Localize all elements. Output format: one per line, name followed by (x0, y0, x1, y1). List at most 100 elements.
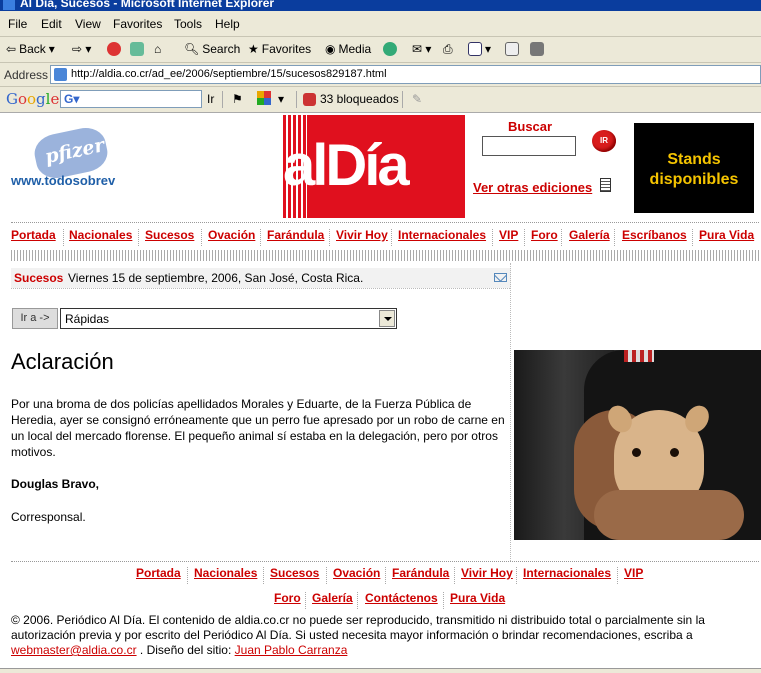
search-label: Buscar (508, 119, 553, 134)
other-editions-link[interactable]: Ver otras ediciones (473, 180, 592, 195)
nav-pura-vida[interactable]: Pura Vida (450, 591, 505, 605)
discuss-button[interactable] (505, 42, 519, 56)
nav-internacionales[interactable]: Internacionales (523, 566, 611, 580)
ad-url-text: www.todosobrev (11, 173, 116, 188)
separator (402, 91, 403, 108)
nav-vip[interactable]: VIP (499, 228, 518, 242)
nav-vivir-hoy[interactable]: Vivir Hoy (336, 228, 388, 242)
menu-file[interactable]: File (8, 17, 27, 31)
jump-to-button[interactable]: Ir a -> (12, 308, 58, 329)
forward-arrow-icon: ⇨ ▾ (72, 42, 92, 56)
divider (11, 561, 759, 562)
stop-button[interactable] (107, 42, 121, 56)
menu-view[interactable]: View (75, 17, 101, 31)
nav-portada[interactable]: Portada (11, 228, 56, 242)
back-button[interactable]: ⇦ Back ▾ (6, 42, 55, 56)
designer-link[interactable]: Juan Pablo Carranza (235, 643, 348, 657)
word-icon (468, 42, 482, 56)
status-bar (0, 668, 761, 673)
menu-help[interactable]: Help (215, 17, 240, 31)
nav-foro[interactable]: Foro (531, 228, 558, 242)
mail-button[interactable]: ✉ ▾ (412, 42, 431, 56)
google-search-input[interactable]: G▾ (60, 90, 202, 108)
web-page: pfizer www.todosobrev alDía Buscar IR Ve… (0, 113, 761, 673)
article-body: Por una broma de dos policías apellidado… (11, 397, 505, 459)
favorites-button[interactable]: ★ Favorites (248, 42, 311, 56)
nav-internacionales[interactable]: Internacionales (398, 228, 486, 242)
logo-text: alDía (283, 133, 410, 198)
hatched-divider (11, 250, 759, 261)
nav-sucesos[interactable]: Sucesos (145, 228, 194, 242)
site-logo[interactable]: alDía (283, 115, 465, 218)
menu-edit[interactable]: Edit (41, 17, 62, 31)
highlight-icon[interactable]: ✎ (412, 92, 422, 106)
address-url: http://aldia.co.cr/ad_ee/2006/septiembre… (71, 68, 387, 80)
messenger-icon (530, 42, 544, 56)
jump-to-select[interactable]: Rápidas (60, 308, 397, 329)
forward-button[interactable]: ⇨ ▾ (72, 42, 91, 56)
nav-galeria[interactable]: Galería (312, 591, 353, 605)
history-button[interactable] (383, 42, 397, 56)
messenger-button[interactable] (530, 42, 544, 56)
standard-toolbar: ⇦ Back ▾ ⇨ ▾ ⌂ 🔍︎ Search ★ Favorites ◉ Media… (0, 37, 761, 63)
nav-nacionales[interactable]: Nacionales (69, 228, 132, 242)
discuss-icon (505, 42, 519, 56)
footer-copyright: © 2006. Periódico Al Día. El contenido d… (11, 613, 705, 657)
print-button[interactable]: ⎙ (443, 42, 453, 57)
stands-ad-banner[interactable]: Stands disponibles (634, 123, 754, 213)
title-bar: Al Día, Sucesos - Microsoft Internet Exp… (0, 0, 761, 11)
home-icon: ⌂ (154, 42, 162, 56)
nav-pura-vida[interactable]: Pura Vida (699, 228, 754, 242)
nav-ovacion[interactable]: Ovación (208, 228, 255, 242)
refresh-icon (130, 42, 144, 56)
separator (296, 91, 297, 108)
article-author-role: Corresponsal. (11, 510, 86, 524)
email-article-icon[interactable] (494, 273, 507, 282)
google-logo: Google (6, 90, 60, 108)
page-icon (54, 68, 67, 81)
article-headline: Aclaración (11, 349, 114, 374)
divider (11, 222, 759, 223)
media-button[interactable]: ◉ Media (325, 42, 371, 56)
webmaster-email-link[interactable]: webmaster@aldia.co.cr (11, 643, 137, 657)
window-title: Al Día, Sucesos - Microsoft Internet Exp… (20, 0, 275, 10)
nav-vip[interactable]: VIP (624, 566, 643, 580)
section-dateline: Sucesos Viernes 15 de septiembre, 2006, … (11, 268, 511, 288)
nav-ovacion[interactable]: Ovación (333, 566, 380, 580)
nav-escribanos[interactable]: Escríbanos (622, 228, 687, 242)
nav-foro[interactable]: Foro (274, 591, 301, 605)
search-button[interactable]: 🔍︎ Search (184, 42, 240, 56)
popup-blocker[interactable]: 33 bloqueados (303, 92, 399, 106)
search-go-button[interactable]: IR (592, 130, 616, 152)
address-input[interactable]: http://aldia.co.cr/ad_ee/2006/septiembre… (50, 65, 761, 84)
menu-favorites[interactable]: Favorites (113, 17, 162, 31)
nav-farandula[interactable]: Farándula (267, 228, 324, 242)
pfizer-ad-banner[interactable]: pfizer www.todosobrev (9, 121, 132, 213)
nav-portada[interactable]: Portada (136, 566, 181, 580)
nav-nacionales[interactable]: Nacionales (194, 566, 257, 580)
document-icon (600, 178, 611, 192)
chevron-down-icon[interactable]: ▾ (278, 92, 284, 106)
back-arrow-icon: ⇦ (6, 42, 17, 56)
edit-button[interactable]: ▾ (468, 42, 491, 56)
separator (222, 91, 223, 108)
home-button[interactable]: ⌂ (154, 42, 161, 56)
popup-blocked-icon (303, 92, 316, 106)
nav-contactenos[interactable]: Contáctenos (365, 591, 438, 605)
nav-galeria[interactable]: Galería (569, 228, 610, 242)
article-author: Douglas Bravo, (11, 477, 100, 491)
google-news-icon[interactable] (257, 91, 271, 105)
google-search-button[interactable]: Ir (207, 92, 214, 106)
google-g-icon: G▾ (64, 92, 80, 106)
jump-to-selected: Rápidas (65, 312, 110, 326)
divider (11, 288, 510, 289)
refresh-button[interactable] (130, 42, 144, 56)
nav-sucesos[interactable]: Sucesos (270, 566, 319, 580)
nav-vivir-hoy[interactable]: Vivir Hoy (461, 566, 513, 580)
nav-farandula[interactable]: Farándula (392, 566, 449, 580)
site-search-input[interactable] (482, 136, 576, 156)
pagerank-icon[interactable]: ⚑ (232, 92, 243, 106)
menu-tools[interactable]: Tools (174, 17, 202, 31)
chevron-down-icon[interactable] (379, 310, 395, 327)
address-bar: Address http://aldia.co.cr/ad_ee/2006/se… (0, 63, 761, 87)
